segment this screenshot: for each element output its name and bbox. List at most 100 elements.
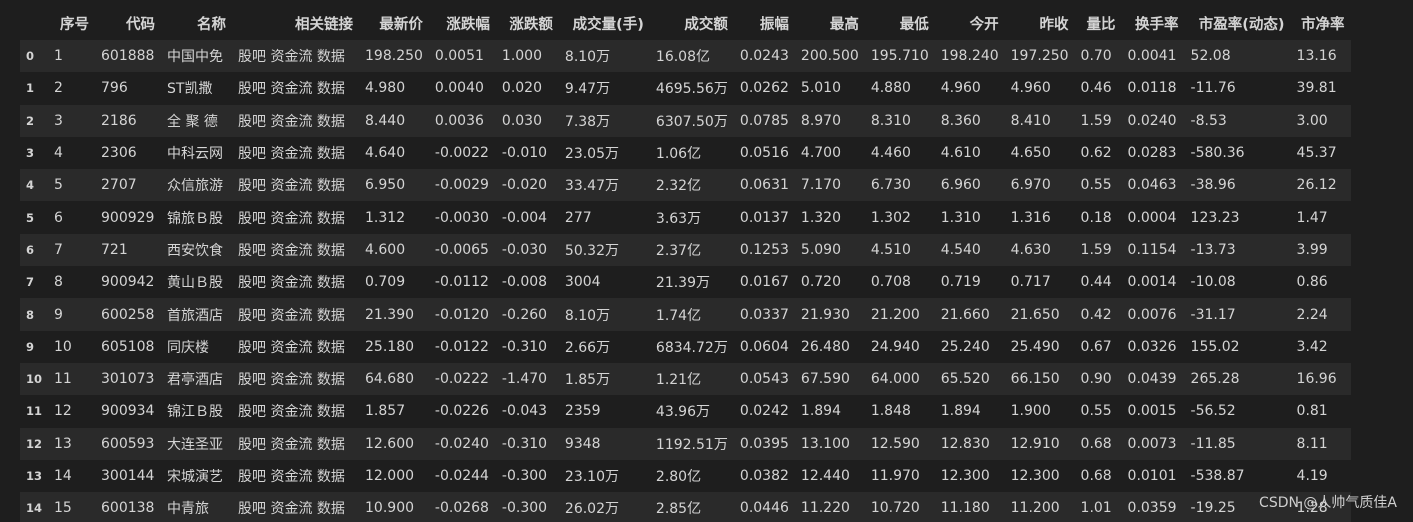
table-header: 序号 代码 名称 相关链接 最新价 涨跌幅 涨跌额 成交量(手) 成交额 振幅 最高 最低 今开 昨收 量比… bbox=[20, 6, 1351, 40]
table-cell: 9 bbox=[54, 306, 63, 323]
row-index: 2 bbox=[26, 113, 35, 128]
column-header: 成交量(手) bbox=[572, 16, 644, 33]
table-row: 8 9 600258 首旅酒店 股吧 资金流 数据 21.390 -0.0120 -0.260… bbox=[20, 298, 1351, 331]
table-cell: 1.302 bbox=[870, 209, 911, 226]
table-cell: 大连圣亚 bbox=[167, 436, 224, 453]
table-cell: 600593 bbox=[101, 435, 155, 452]
table-cell: 0.55 bbox=[1080, 403, 1112, 420]
table-cell: 600258 bbox=[101, 306, 155, 323]
table-cell: 0.44 bbox=[1080, 274, 1112, 291]
column-header: 序号 bbox=[60, 16, 90, 33]
table-cell: 0.720 bbox=[800, 274, 842, 291]
table-cell: 0.0073 bbox=[1127, 435, 1177, 452]
table-row: 10 11 301073 君亭酒店 股吧 资金流 数据 64.680 -0.0222 -1.4… bbox=[20, 362, 1351, 396]
table-cell: 0.0262 bbox=[739, 80, 789, 97]
table-cell: 1.320 bbox=[800, 209, 842, 226]
column-header: 代码 bbox=[126, 16, 156, 33]
table-cell: 0.0326 bbox=[1127, 338, 1177, 355]
table-row: 3 4 2306 中科云网 股吧 资金流 数据 4.640 -0.0022 -0.010 23.… bbox=[20, 136, 1351, 170]
table-cell: 2707 bbox=[101, 177, 137, 194]
table-cell: 0.0101 bbox=[1127, 468, 1177, 484]
table-cell: 股吧 资金流 数据 bbox=[238, 49, 345, 66]
table-cell: 9.47万 bbox=[564, 81, 611, 98]
table-cell: 15 bbox=[54, 500, 72, 517]
table-cell: 0.020 bbox=[501, 80, 543, 97]
table-cell: 股吧 资金流 数据 bbox=[238, 436, 345, 453]
table-cell: -0.310 bbox=[501, 338, 548, 355]
table-row: 7 8 900942 黄山Ｂ股 股吧 资金流 数据 0.709 -0.0112 -0.008 3… bbox=[20, 266, 1351, 299]
table-cell: 301073 bbox=[101, 371, 155, 388]
table-cell: 0.0543 bbox=[739, 371, 789, 388]
table-cell: -0.0222 bbox=[434, 371, 489, 388]
table-cell: 0.0785 bbox=[739, 112, 789, 129]
table-cell: 4.650 bbox=[1010, 145, 1051, 162]
table-cell: 1.310 bbox=[940, 209, 981, 226]
table-cell: 25.490 bbox=[1010, 338, 1060, 355]
table-cell: 8.310 bbox=[870, 112, 911, 129]
table-cell: -0.0065 bbox=[434, 241, 489, 258]
table-cell: 67.590 bbox=[800, 371, 850, 388]
table-row: 0 1 601888 中国中免 股吧 资金流 数据 198.250 0.0051 1.000 8… bbox=[20, 40, 1351, 73]
table-cell: 195.710 bbox=[870, 48, 929, 65]
table-cell: 0.719 bbox=[940, 274, 981, 291]
table-cell: 796 bbox=[101, 80, 128, 97]
table-cell: 200.500 bbox=[800, 48, 859, 65]
table-row: 5 6 900929 锦旅Ｂ股 股吧 资金流 数据 1.312 -0.0030 -0.004 2… bbox=[20, 201, 1351, 234]
table-cell: -0.043 bbox=[501, 403, 548, 420]
column-header: 今开 bbox=[969, 16, 999, 33]
table-cell: 50.32万 bbox=[564, 242, 620, 259]
table-cell: 2 bbox=[54, 80, 63, 97]
table-cell: 0.0446 bbox=[739, 500, 789, 517]
table-cell: 2359 bbox=[564, 403, 601, 420]
table-cell: 3 bbox=[54, 112, 63, 129]
table-cell: 0.0604 bbox=[739, 338, 789, 355]
table-cell: 宋城演艺 bbox=[167, 469, 224, 485]
table-row: 9 10 605108 同庆楼 股吧 资金流 数据 25.180 -0.0122 -0.310… bbox=[20, 330, 1351, 363]
table-cell: 198.240 bbox=[940, 48, 999, 65]
table-cell: 123.23 bbox=[1190, 209, 1240, 226]
table-cell: 198.250 bbox=[365, 48, 423, 65]
table-cell: 3.99 bbox=[1296, 241, 1328, 258]
row-index: 4 bbox=[26, 178, 35, 193]
table-cell: 股吧 资金流 数据 bbox=[238, 501, 345, 518]
table-cell: 众信旅游 bbox=[167, 178, 224, 195]
table-cell: 900934 bbox=[101, 403, 155, 420]
table-cell: 1.848 bbox=[870, 403, 911, 420]
table-cell: 721 bbox=[101, 241, 128, 258]
table-row: 4 5 2707 众信旅游 股吧 资金流 数据 6.950 -0.0029 -0.020 33.… bbox=[20, 169, 1351, 202]
table-cell: 1.857 bbox=[365, 403, 406, 420]
table-cell: 0.0040 bbox=[434, 80, 484, 97]
table-cell: 2.80亿 bbox=[655, 469, 702, 485]
table-cell: 900942 bbox=[101, 274, 155, 291]
table-cell: 11.970 bbox=[870, 468, 920, 484]
table-cell: 24.940 bbox=[870, 338, 920, 355]
row-index: 13 bbox=[26, 469, 43, 483]
table-row: 13 14 300144 宋城演艺 股吧 资金流 数据 12.000 -0.0244 -0.3… bbox=[20, 459, 1351, 493]
table-cell: 12.830 bbox=[940, 435, 990, 452]
table-cell: 155.02 bbox=[1190, 338, 1240, 355]
table-cell: 0.0516 bbox=[739, 145, 789, 162]
table-row: 1 2 796 ST凯撒 股吧 资金流 数据 4.980 0.0040 0.020 9.47万 4… bbox=[20, 72, 1351, 105]
index-header bbox=[20, 6, 48, 40]
table-cell: 3.63万 bbox=[655, 210, 702, 227]
table-cell: -0.300 bbox=[501, 500, 548, 517]
table-cell: 43.96万 bbox=[655, 404, 711, 421]
table-cell: 1.894 bbox=[800, 403, 842, 420]
table-cell: 股吧 资金流 数据 bbox=[238, 210, 345, 227]
table-cell: 11.200 bbox=[1010, 500, 1060, 517]
table-cell: -0.260 bbox=[501, 306, 548, 323]
table-cell: 同庆楼 bbox=[167, 339, 210, 356]
table-cell: 10.720 bbox=[870, 500, 920, 517]
table-cell: 605108 bbox=[101, 338, 155, 355]
table-cell: 265.28 bbox=[1190, 371, 1240, 388]
table-cell: 0.0337 bbox=[739, 306, 789, 323]
table-cell: 锦旅Ｂ股 bbox=[167, 210, 224, 227]
table-cell: 股吧 资金流 数据 bbox=[238, 113, 345, 130]
table-cell: 1.85万 bbox=[564, 372, 611, 389]
table-cell: 64.000 bbox=[870, 371, 920, 388]
table-cell: 900929 bbox=[101, 209, 155, 226]
table-cell: 0.67 bbox=[1080, 338, 1112, 355]
table-cell: -13.73 bbox=[1190, 241, 1236, 258]
table-cell: 1.59 bbox=[1080, 112, 1112, 129]
table-cell: 21.650 bbox=[1010, 306, 1060, 323]
